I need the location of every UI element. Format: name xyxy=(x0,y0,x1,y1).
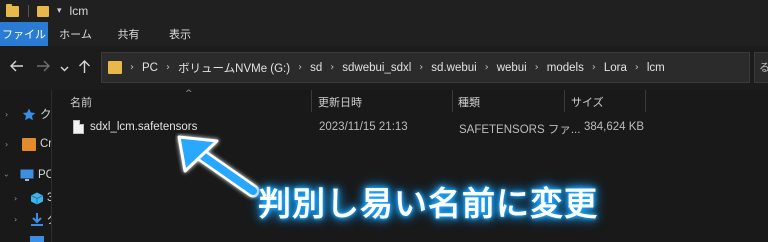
file-type: SAFETENSORS ファ... xyxy=(459,124,581,136)
column-divider[interactable] xyxy=(564,90,565,112)
breadcrumb-lcm[interactable]: lcm xyxy=(647,62,665,74)
download-icon xyxy=(31,212,43,226)
breadcrumb-drive[interactable]: ボリュームNVMe (G:) xyxy=(178,60,290,76)
chevron-right-icon[interactable]: › xyxy=(14,194,17,203)
nav-item-pc[interactable]: › PC xyxy=(0,165,51,185)
forward-button[interactable] xyxy=(36,59,51,76)
nav-item-creative-cloud[interactable]: › Cr xyxy=(0,134,51,154)
quick-access-dropdown[interactable]: ▾ xyxy=(57,6,62,16)
tab-home[interactable]: ホーム xyxy=(48,22,103,46)
tab-share[interactable]: 共有 xyxy=(103,22,154,46)
up-button[interactable] xyxy=(78,59,91,77)
chevron-down-icon[interactable]: › xyxy=(2,173,11,176)
folder-icon xyxy=(6,3,19,17)
window-title: lcm xyxy=(69,4,89,18)
column-divider[interactable] xyxy=(311,90,312,112)
chevron-right-icon[interactable]: › xyxy=(592,62,596,73)
recent-locations-button[interactable] xyxy=(60,62,69,78)
folder-icon xyxy=(30,236,44,242)
nav-item-downloads[interactable]: › ダ xyxy=(0,209,51,229)
file-name[interactable]: sdxl_lcm.safetensors xyxy=(90,121,197,133)
monitor-icon xyxy=(20,169,34,181)
address-bar[interactable]: › PC › ボリュームNVMe (G:) › sd › sdwebui_sdx… xyxy=(101,52,750,83)
tab-file[interactable]: ファイル xyxy=(0,22,48,46)
chevron-right-icon[interactable]: › xyxy=(635,62,639,73)
chevron-right-icon[interactable]: › xyxy=(298,62,302,73)
title-divider xyxy=(28,5,29,17)
chevron-right-icon[interactable]: › xyxy=(5,110,8,119)
new-folder-icon[interactable] xyxy=(37,5,49,17)
breadcrumb-sd[interactable]: sd xyxy=(310,62,322,74)
chevron-right-icon[interactable]: › xyxy=(14,215,17,224)
column-divider[interactable] xyxy=(452,90,453,112)
star-icon xyxy=(22,108,36,120)
sort-ascending-icon: ^ xyxy=(185,89,193,99)
nav-item-quick-access[interactable]: › ク xyxy=(0,104,51,124)
breadcrumb-sdwebui-sdxl[interactable]: sdwebui_sdxl xyxy=(342,62,411,74)
tab-view[interactable]: 表示 xyxy=(154,22,206,46)
ribbon-tabs: ファイル ホーム 共有 表示 xyxy=(0,22,768,46)
chevron-right-icon[interactable]: › xyxy=(485,62,489,73)
breadcrumb-lora[interactable]: Lora xyxy=(604,62,627,74)
navigation-pane: › ク › Cr › PC › 3 › ダ xyxy=(0,90,52,242)
nav-item-3d-objects[interactable]: › 3 xyxy=(0,188,51,208)
column-size[interactable]: サイズ xyxy=(571,94,604,110)
column-type[interactable]: 種類 xyxy=(458,94,480,110)
breadcrumb-pc[interactable]: PC xyxy=(142,62,158,74)
cube-icon xyxy=(30,192,44,204)
arrow-up-icon xyxy=(79,60,90,73)
annotation-arrow-icon xyxy=(177,135,260,198)
file-modified: 2023/11/15 21:13 xyxy=(319,121,408,133)
chevron-right-icon[interactable]: › xyxy=(5,140,8,149)
folder-icon xyxy=(108,61,122,74)
breadcrumb-models[interactable]: models xyxy=(547,62,584,74)
file-size: 384,624 KB xyxy=(584,121,645,133)
chevron-right-icon[interactable]: › xyxy=(130,62,134,73)
search-box[interactable]: る xyxy=(754,52,768,83)
chevron-down-icon xyxy=(60,66,69,72)
column-header: ^ 名前 更新日時 種類 サイズ xyxy=(52,89,768,112)
folder-orange-icon xyxy=(22,137,36,151)
column-divider[interactable] xyxy=(645,90,646,112)
arrow-right-icon xyxy=(37,60,50,72)
chevron-right-icon[interactable]: › xyxy=(535,62,539,73)
back-button[interactable] xyxy=(9,59,24,76)
breadcrumb-webui[interactable]: webui xyxy=(497,62,527,74)
title-bar: ▾ lcm xyxy=(0,0,768,22)
column-modified[interactable]: 更新日時 xyxy=(318,94,362,110)
chevron-right-icon[interactable]: › xyxy=(166,62,170,73)
breadcrumb-sd-webui[interactable]: sd.webui xyxy=(431,62,476,74)
arrow-left-icon xyxy=(10,60,23,72)
chevron-right-icon[interactable]: › xyxy=(419,62,423,73)
column-name[interactable]: 名前 xyxy=(70,94,92,110)
file-row[interactable]: sdxl_lcm.safetensors 2023/11/15 21:13 SA… xyxy=(52,117,652,139)
nav-item-more[interactable] xyxy=(0,230,51,242)
chevron-right-icon[interactable]: › xyxy=(330,62,334,73)
file-icon xyxy=(73,120,84,134)
annotation-callout: 判別し易い名前に変更 xyxy=(258,184,598,223)
navigation-bar: › PC › ボリュームNVMe (G:) › sd › sdwebui_sdx… xyxy=(0,46,768,90)
